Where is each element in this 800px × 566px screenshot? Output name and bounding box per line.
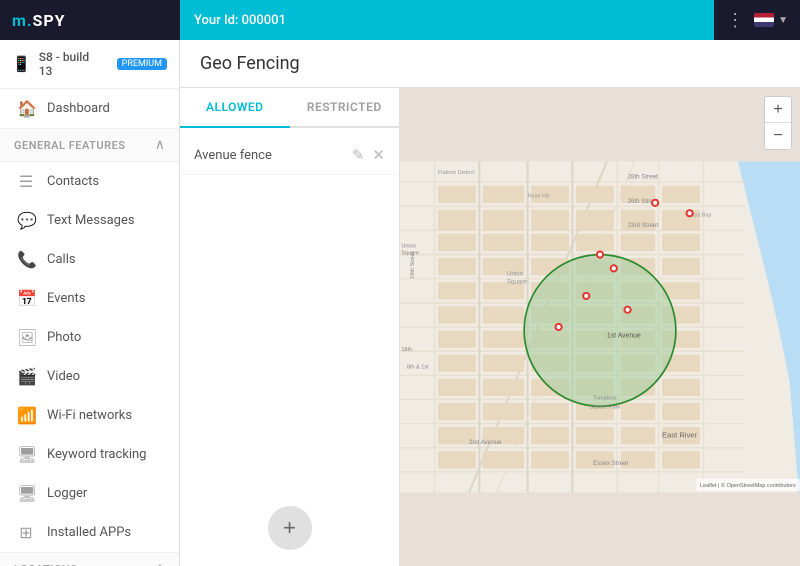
map-svg: 28th Street 26th Street 23rd Street 18th…	[400, 88, 800, 566]
wifi-label: Wi-Fi networks	[47, 408, 132, 423]
apps-icon: ⊞	[17, 523, 35, 542]
fence-tabs: ALLOWED RESTRICTED	[180, 88, 399, 128]
map-placeholder: 28th Street 26th Street 23rd Street 18th…	[400, 88, 800, 566]
text-messages-label: Text Messages	[47, 213, 135, 228]
general-features-header[interactable]: GENERAL FEATURES ∧	[0, 128, 179, 162]
content-area: Geo Fencing ALLOWED RESTRICTED Avenue fe…	[180, 40, 800, 566]
map-controls: + −	[764, 96, 792, 150]
edit-fence-button[interactable]: ✎	[352, 146, 365, 164]
svg-text:18th: 18th	[401, 347, 412, 353]
delete-fence-button[interactable]: ✕	[372, 146, 385, 164]
sidebar-item-text-messages[interactable]: 💬 Text Messages	[0, 201, 179, 240]
dashboard-icon: 🏠	[17, 99, 35, 118]
user-id: Your Id: 000001	[194, 13, 286, 28]
fence-actions: ✎ ✕	[352, 146, 385, 164]
sidebar-item-apps[interactable]: ⊞ Installed APPs	[0, 513, 179, 552]
svg-text:Rose Hill: Rose Hill	[528, 193, 550, 199]
flag-icon	[754, 13, 774, 27]
svg-text:Union: Union	[507, 270, 524, 277]
photo-label: Photo	[47, 330, 81, 345]
events-icon: 📅	[17, 289, 35, 308]
sidebar-item-contacts[interactable]: ☰ Contacts	[0, 162, 179, 201]
text-messages-icon: 💬	[17, 211, 35, 230]
keyword-label: Keyword tracking	[47, 447, 147, 462]
page-title: Geo Fencing	[200, 53, 300, 74]
top-header: m.SPY Your Id: 000001 ⋮ ▼	[0, 0, 800, 40]
svg-text:Square Park: Square Park	[590, 404, 621, 410]
calls-icon: 📞	[17, 250, 35, 269]
premium-badge: PREMIUM	[117, 58, 167, 70]
svg-text:8th & 1st: 8th & 1st	[407, 364, 429, 370]
sidebar-item-dashboard[interactable]: 🏠 Dashboard	[0, 89, 179, 128]
events-label: Events	[47, 291, 85, 306]
svg-text:Flatiron District: Flatiron District	[438, 170, 475, 176]
language-selector[interactable]: ▼	[754, 13, 788, 27]
main-layout: 📱 S8 - build 13 PREMIUM 🏠 Dashboard GENE…	[0, 40, 800, 566]
page-header: Geo Fencing	[180, 40, 800, 88]
svg-text:Square: Square	[401, 251, 419, 257]
svg-text:2nd Avenue: 2nd Avenue	[469, 439, 502, 446]
dropdown-arrow: ▼	[778, 15, 788, 26]
locations-title: LOCATIONS	[14, 563, 78, 566]
sidebar-item-photo[interactable]: 🖼 Photo	[0, 318, 179, 357]
header-right: ⋮ ▼	[714, 0, 800, 40]
logo: m.SPY	[12, 11, 66, 30]
device-name: S8 - build 13	[39, 50, 105, 78]
sidebar-item-wifi[interactable]: 📶 Wi-Fi networks	[0, 396, 179, 435]
device-icon: 📱	[12, 55, 31, 73]
dashboard-label: Dashboard	[47, 101, 110, 116]
keyword-icon: 🖥	[17, 445, 35, 464]
device-item[interactable]: 📱 S8 - build 13 PREMIUM	[0, 40, 179, 89]
add-btn-container: +	[180, 490, 399, 566]
general-features-title: GENERAL FEATURES	[14, 139, 126, 152]
geo-panel: ALLOWED RESTRICTED Avenue fence ✎ ✕	[180, 88, 800, 566]
sidebar-item-events[interactable]: 📅 Events	[0, 279, 179, 318]
general-features-chevron: ∧	[155, 137, 165, 153]
sidebar: 📱 S8 - build 13 PREMIUM 🏠 Dashboard GENE…	[0, 40, 180, 566]
svg-text:1st Avenue: 1st Avenue	[607, 332, 641, 339]
svg-text:Square: Square	[507, 279, 528, 286]
sidebar-item-calls[interactable]: 📞 Calls	[0, 240, 179, 279]
svg-text:28th Street: 28th Street	[628, 174, 659, 181]
contacts-icon: ☰	[17, 172, 35, 191]
user-info-bar: Your Id: 000001	[180, 0, 714, 40]
fence-name: Avenue fence	[194, 148, 272, 163]
logger-icon: 🖥	[17, 484, 35, 503]
svg-text:Union: Union	[401, 244, 415, 250]
svg-text:East River: East River	[662, 430, 697, 439]
zoom-out-button[interactable]: −	[765, 123, 791, 149]
fence-item[interactable]: Avenue fence ✎ ✕	[180, 136, 399, 175]
svg-text:Tompkins: Tompkins	[593, 395, 616, 401]
tab-restricted[interactable]: RESTRICTED	[290, 88, 400, 128]
fence-list: Avenue fence ✎ ✕	[180, 128, 399, 490]
add-fence-button[interactable]: +	[268, 506, 312, 550]
locations-chevron: ∧	[155, 561, 165, 566]
video-label: Video	[47, 369, 80, 384]
locations-header[interactable]: LOCATIONS ∧	[0, 552, 179, 566]
video-icon: 🎬	[17, 367, 35, 386]
svg-text:23rd Street: 23rd Street	[628, 222, 659, 229]
logo-area: m.SPY	[0, 0, 180, 40]
tab-allowed[interactable]: ALLOWED	[180, 88, 290, 128]
photo-icon: 🖼	[17, 328, 35, 347]
sidebar-item-keyword[interactable]: 🖥 Keyword tracking	[0, 435, 179, 474]
zoom-in-button[interactable]: +	[765, 97, 791, 123]
sidebar-item-logger[interactable]: 🖥 Logger	[0, 474, 179, 513]
calls-label: Calls	[47, 252, 76, 267]
contacts-label: Contacts	[47, 174, 99, 189]
wifi-icon: 📶	[17, 406, 35, 425]
map-area: 28th Street 26th Street 23rd Street 18th…	[400, 88, 800, 566]
more-options-icon[interactable]: ⋮	[726, 10, 744, 31]
svg-text:Essex Street: Essex Street	[593, 460, 628, 467]
sidebar-item-video[interactable]: 🎬 Video	[0, 357, 179, 396]
svg-text:Leaflet | © OpenStreetMap cont: Leaflet | © OpenStreetMap contributors	[700, 482, 796, 489]
left-panel: ALLOWED RESTRICTED Avenue fence ✎ ✕	[180, 88, 400, 566]
logger-label: Logger	[47, 486, 87, 501]
apps-label: Installed APPs	[47, 525, 131, 540]
